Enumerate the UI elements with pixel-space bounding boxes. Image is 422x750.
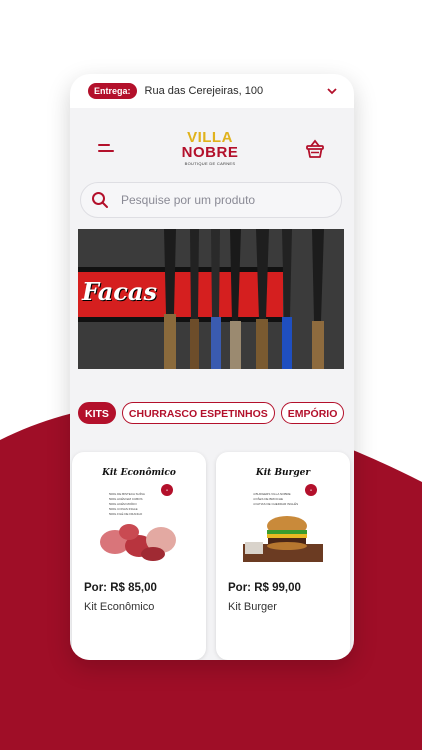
product-name: Kit Econômico xyxy=(84,601,155,613)
delivery-bar[interactable]: Entrega: Rua das Cerejeiras, 100 xyxy=(70,74,354,108)
product-price: Por: R$ 99,00 xyxy=(228,582,301,594)
meat-photo xyxy=(100,524,176,561)
knives-image xyxy=(164,229,324,369)
delivery-label: Entrega: xyxy=(88,83,137,99)
product-image-title: Kit Burger xyxy=(255,468,311,478)
product-image-items: 4 BURGERS VILLA NOBRE 4 PÃES DE BRIOCHE … xyxy=(253,492,303,507)
product-card[interactable]: Kit Burger ● 4 BURGERS VILLA NOBRE 4 PÃE… xyxy=(216,452,350,660)
search-icon xyxy=(92,192,108,208)
product-image-items: 500G DE BISTECA SUÍNA 500G ACÉM EM CUBOS… xyxy=(109,492,159,517)
price-badge-icon: ● xyxy=(305,484,317,496)
product-list: Kit Econômico ● 500G DE BISTECA SUÍNA 50… xyxy=(70,452,354,660)
product-card[interactable]: Kit Econômico ● 500G DE BISTECA SUÍNA 50… xyxy=(72,452,206,660)
delivery-address[interactable]: Rua das Cerejeiras, 100 xyxy=(145,85,324,97)
chevron-down-icon[interactable] xyxy=(324,82,340,100)
product-image-item: 4 FATIAS DE CHEDDAR INGLÊS xyxy=(253,502,299,506)
logo-subtitle: BOUTIQUE DE CARNES xyxy=(184,161,236,166)
product-image-item: 500G FILÉ DE FRANGO xyxy=(109,512,143,516)
product-image: Kit Econômico ● 500G DE BISTECA SUÍNA 50… xyxy=(99,462,179,562)
app-header: VILLA NOBRE BOUTIQUE DE CARNES xyxy=(70,108,354,182)
category-chip-kits[interactable]: KITS xyxy=(78,402,116,424)
product-price: Por: R$ 85,00 xyxy=(84,582,157,594)
product-image-title: Kit Econômico xyxy=(102,468,176,478)
category-tabs: KITS CHURRASCO ESPETINHOS EMPÓRIO xyxy=(78,402,354,426)
app-screen: Entrega: Rua das Cerejeiras, 100 VILLA N… xyxy=(70,74,354,660)
category-chip-emporio[interactable]: EMPÓRIO xyxy=(280,402,345,424)
price-badge-icon: ● xyxy=(161,484,173,496)
category-chip-churrasco-espetinhos[interactable]: CHURRASCO ESPETINHOS xyxy=(121,402,275,424)
logo-line2: NOBRE xyxy=(181,144,239,161)
hamburger-menu-icon[interactable] xyxy=(98,144,116,156)
brand-logo: VILLA NOBRE BOUTIQUE DE CARNES xyxy=(178,130,242,166)
product-image: Kit Burger ● 4 BURGERS VILLA NOBRE 4 PÃE… xyxy=(243,462,323,562)
promo-banner[interactable]: Facas xyxy=(78,229,344,369)
burger-photo xyxy=(243,516,323,562)
basket-icon[interactable] xyxy=(304,138,326,160)
search-bar[interactable] xyxy=(80,182,342,218)
logo-line1: VILLA xyxy=(187,129,233,146)
search-input[interactable] xyxy=(119,192,323,208)
product-name: Kit Burger xyxy=(228,601,277,613)
